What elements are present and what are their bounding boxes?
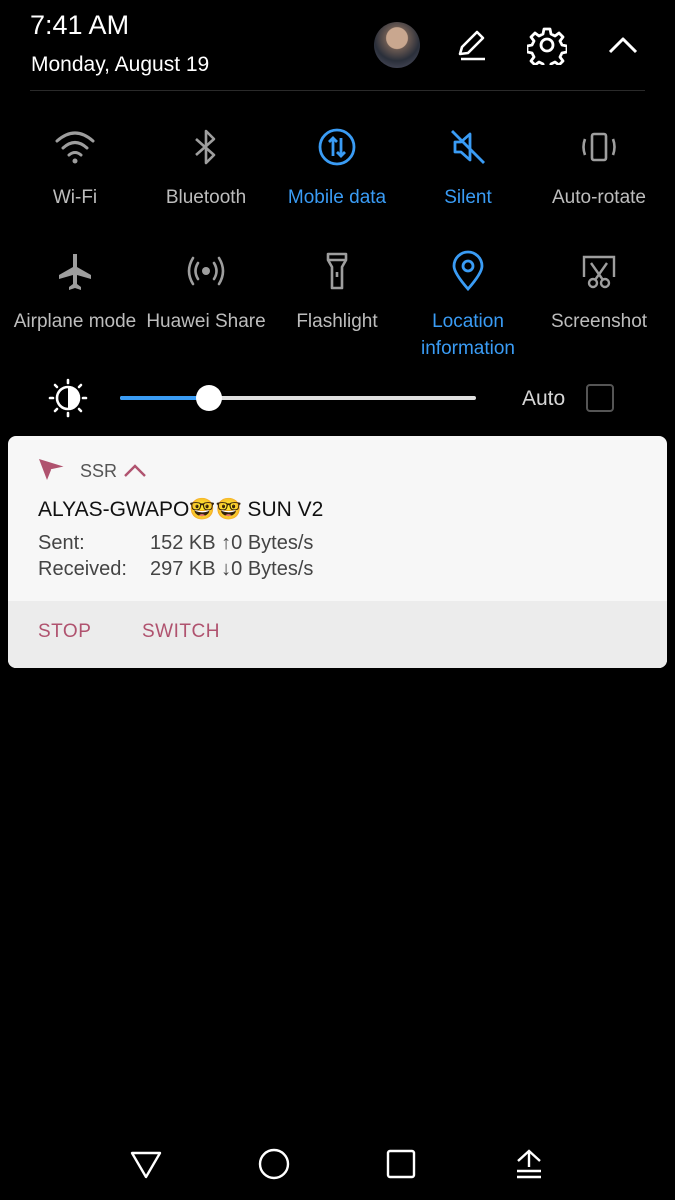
tile-silent[interactable]: Silent — [403, 122, 533, 211]
bluetooth-icon — [141, 122, 271, 172]
tile-wifi[interactable]: Wi-Fi — [10, 122, 140, 211]
tile-bluetooth[interactable]: Bluetooth — [141, 122, 271, 211]
brightness-slider[interactable] — [120, 385, 476, 411]
flashlight-icon — [272, 246, 402, 296]
auto-rotate-icon — [534, 122, 664, 172]
brightness-icon — [48, 378, 88, 423]
home-icon[interactable] — [254, 1144, 294, 1184]
panel-header: 7:41 AM Monday, August 19 — [0, 0, 675, 92]
edit-icon[interactable] — [448, 22, 494, 68]
wifi-icon — [10, 122, 140, 172]
tile-label: Location information — [421, 311, 515, 359]
sent-label: Sent: — [38, 532, 85, 554]
clock: 7:41 AM — [30, 10, 130, 40]
brightness-row: Auto — [0, 370, 675, 430]
back-icon[interactable] — [126, 1144, 166, 1184]
tile-label: Huawei Share — [146, 311, 266, 332]
tile-airplane-mode[interactable]: Airplane mode — [10, 246, 140, 335]
received-value: 297 KB ↓0 Bytes/s — [150, 558, 314, 580]
auto-brightness-checkbox[interactable] — [586, 384, 614, 412]
tile-label: Bluetooth — [165, 187, 247, 208]
silent-icon — [403, 122, 533, 172]
sent-value: 152 KB ↑0 Bytes/s — [150, 532, 314, 554]
tile-location-information[interactable]: Location information — [403, 246, 533, 362]
notification-shade-icon[interactable] — [509, 1144, 549, 1184]
mobile-data-icon — [272, 122, 402, 172]
notification-app-name: SSR — [80, 460, 118, 481]
tile-flashlight[interactable]: Flashlight — [272, 246, 402, 335]
chevron-up-icon[interactable] — [600, 22, 646, 68]
recents-icon[interactable] — [381, 1144, 421, 1184]
tile-label: Silent — [444, 187, 492, 208]
switch-button[interactable]: SWITCH — [142, 621, 220, 643]
screenshot-icon — [534, 246, 664, 296]
user-avatar[interactable] — [374, 22, 420, 68]
tile-label: Flashlight — [296, 311, 378, 332]
tile-label: Airplane mode — [13, 311, 137, 332]
tile-screenshot[interactable]: Screenshot — [534, 246, 664, 335]
tile-label: Screenshot — [550, 311, 648, 332]
stop-button[interactable]: STOP — [38, 621, 91, 643]
huawei-share-icon — [141, 246, 271, 296]
notification-app-row[interactable]: SSR — [38, 458, 147, 484]
ssr-notification[interactable]: SSR ALYAS-GWAPO🤓🤓 SUN V2 Sent: 152 KB ↑0… — [8, 436, 667, 668]
paper-plane-icon — [38, 457, 66, 486]
brightness-thumb[interactable] — [196, 385, 222, 411]
tile-label: Wi-Fi — [52, 187, 98, 208]
chevron-up-icon[interactable] — [123, 461, 147, 481]
tile-huawei-share[interactable]: Huawei Share — [141, 246, 271, 335]
notification-actions: STOP SWITCH — [8, 601, 667, 668]
tile-label: Mobile data — [287, 187, 387, 208]
tile-label: Auto-rotate — [552, 187, 646, 208]
tile-auto-rotate[interactable]: Auto-rotate — [534, 122, 664, 211]
received-label: Received: — [38, 558, 127, 580]
airplane-icon — [10, 246, 140, 296]
tile-mobile-data[interactable]: Mobile data — [272, 122, 402, 211]
header-divider — [30, 90, 645, 91]
navigation-bar — [0, 1130, 675, 1200]
date: Monday, August 19 — [31, 53, 210, 76]
auto-brightness-label: Auto — [522, 387, 566, 410]
location-icon — [403, 246, 533, 296]
notification-title: ALYAS-GWAPO🤓🤓 SUN V2 — [38, 498, 324, 521]
gear-icon[interactable] — [524, 22, 570, 68]
